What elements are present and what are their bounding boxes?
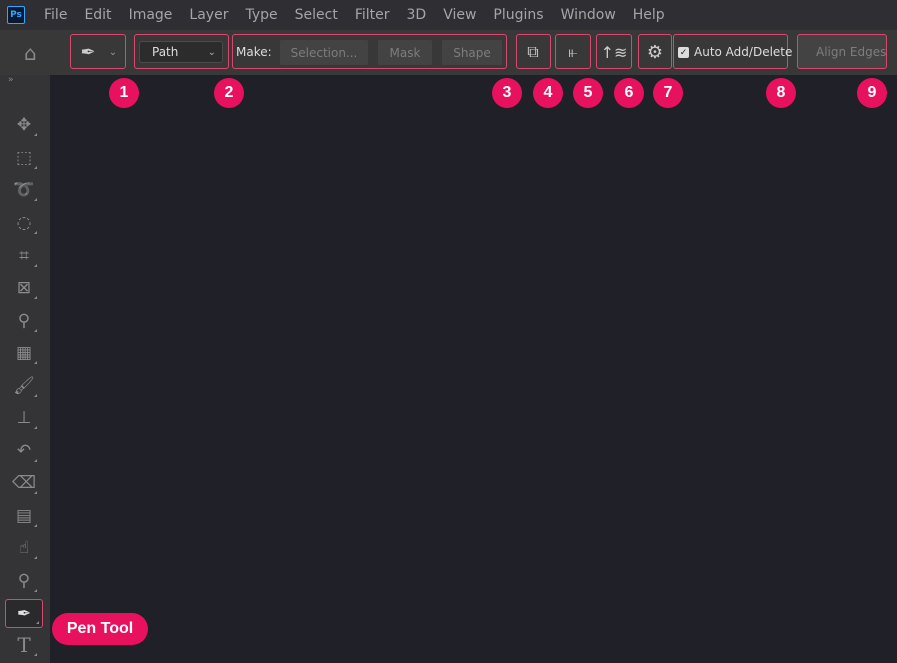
mask-button[interactable]: Mask (378, 40, 432, 65)
annotation-2: 2 (214, 78, 244, 108)
home-icon[interactable]: ⌂ (24, 41, 37, 65)
annotation-6: 6 (614, 78, 644, 108)
gradient-icon[interactable]: ▤ (8, 502, 40, 530)
menu-bar: Ps File Edit Image Layer Type Select Fil… (0, 0, 897, 30)
dodge-icon[interactable]: ⚲ (8, 567, 40, 595)
shape-button[interactable]: Shape (442, 40, 502, 65)
rectangular-marquee-icon[interactable]: ⬚ (8, 144, 40, 172)
mode-value: Path (152, 45, 179, 59)
menu-select[interactable]: Select (295, 7, 338, 23)
quick-selection-icon[interactable]: ◌ (8, 209, 40, 237)
eraser-icon[interactable]: ⌫ (8, 469, 40, 497)
annotation-9: 9 (857, 78, 887, 108)
menu-3d[interactable]: 3D (407, 7, 427, 23)
spot-healing-icon[interactable]: ▦ (8, 339, 40, 367)
menu-layer[interactable]: Layer (189, 7, 228, 23)
path-alignment-icon: ⫦ (568, 42, 578, 61)
photoshop-logo: Ps (7, 6, 25, 24)
auto-add-delete-label: Auto Add/Delete (694, 45, 793, 59)
lasso-icon[interactable]: ➰ (8, 176, 40, 204)
mode-select[interactable]: Path ⌄ (139, 41, 223, 63)
pen-tool-annotation: Pen Tool (52, 613, 148, 645)
menu-plugins[interactable]: Plugins (493, 7, 543, 23)
annotation-1: 1 (109, 78, 139, 108)
selection-button[interactable]: Selection... (280, 40, 368, 65)
annotation-4: 4 (533, 78, 563, 108)
menu-view[interactable]: View (443, 7, 476, 23)
chevron-down-icon: ⌄ (108, 46, 118, 58)
annotation-7: 7 (653, 78, 683, 108)
menu-help[interactable]: Help (633, 7, 665, 23)
path-operations-icon: ⧉ (527, 42, 539, 61)
gear-icon: ⚙ (646, 41, 664, 63)
brush-icon[interactable]: 🖌 (8, 372, 40, 400)
history-brush-icon[interactable]: ↶ (8, 437, 40, 465)
menu-filter[interactable]: Filter (355, 7, 390, 23)
align-edges-label: Align Edges (816, 45, 887, 59)
frame-icon[interactable]: ⊠ (8, 274, 40, 302)
menu-edit[interactable]: Edit (84, 7, 111, 23)
type-tool-icon[interactable]: T (8, 631, 40, 659)
blur-icon[interactable]: ☝ (8, 534, 40, 562)
eyedropper-icon[interactable]: ⚲ (8, 307, 40, 335)
path-arrangement-icon: ↑≋ (600, 42, 628, 62)
crop-icon[interactable]: ⌗ (8, 242, 40, 270)
clone-stamp-icon[interactable]: ⊥ (8, 404, 40, 432)
menu-window[interactable]: Window (561, 7, 616, 23)
menu-image[interactable]: Image (129, 7, 173, 23)
pen-tool-icon[interactable]: ✒ (5, 599, 43, 628)
make-label: Make: (236, 45, 272, 59)
annotation-8: 8 (766, 78, 796, 108)
menu-file[interactable]: File (44, 7, 67, 23)
checkbox-checked-icon[interactable]: ✓ (678, 47, 689, 58)
menu-type[interactable]: Type (245, 7, 277, 23)
pen-icon: ✒ (80, 41, 96, 63)
expand-panel-icon[interactable]: » (8, 75, 14, 85)
chevron-down-icon: ⌄ (207, 46, 216, 58)
move-tool-icon[interactable]: ✥ (8, 111, 40, 139)
annotation-5: 5 (573, 78, 603, 108)
annotation-3: 3 (492, 78, 522, 108)
